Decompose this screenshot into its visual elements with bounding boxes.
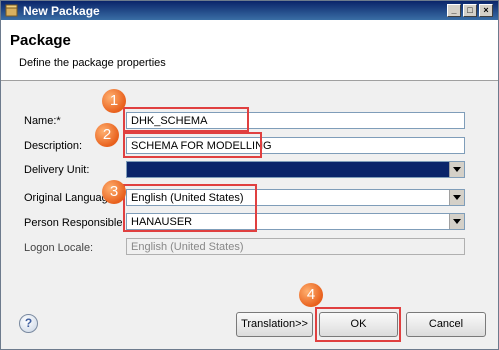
help-icon[interactable]: ?: [19, 314, 38, 333]
page-subtitle: Define the package properties: [19, 57, 166, 69]
cancel-button[interactable]: Cancel: [406, 312, 486, 337]
close-icon: ×: [483, 5, 489, 15]
delivery-unit-label: Delivery Unit:: [24, 164, 90, 176]
person-responsible-label: Person Responsible:: [24, 217, 126, 229]
delivery-unit-select[interactable]: [126, 161, 465, 178]
window-title: New Package: [23, 4, 100, 18]
new-package-dialog: New Package _ □ × Package Define the pac…: [0, 0, 499, 350]
annotation-box-name: [123, 107, 249, 132]
annotation-badge-3: 3: [102, 180, 126, 204]
page-title: Package: [10, 32, 71, 49]
logon-locale-label: Logon Locale:: [24, 242, 94, 254]
chevron-down-icon: [453, 195, 461, 200]
annotation-box-description: [123, 132, 262, 158]
person-responsible-dropdown-button[interactable]: [449, 214, 464, 229]
name-label: Name:*: [24, 115, 61, 127]
minimize-button[interactable]: _: [447, 4, 461, 17]
logon-locale-input: English (United States): [126, 238, 465, 255]
annotation-badge-2: 2: [95, 123, 119, 147]
original-language-dropdown-button[interactable]: [449, 190, 464, 205]
maximize-icon: □: [467, 5, 473, 15]
chevron-down-icon: [453, 167, 461, 172]
annotation-box-language-person: [123, 184, 257, 232]
translation-button[interactable]: Translation>>: [236, 312, 313, 337]
maximize-button[interactable]: □: [463, 4, 477, 17]
title-bar[interactable]: New Package _ □ ×: [1, 1, 498, 20]
description-label: Description:: [24, 140, 83, 152]
close-button[interactable]: ×: [479, 4, 493, 17]
dialog-header: Package Define the package properties: [1, 20, 498, 81]
annotation-badge-4: 4: [299, 283, 323, 307]
delivery-unit-dropdown-button[interactable]: [449, 162, 464, 177]
chevron-down-icon: [453, 219, 461, 224]
annotation-badge-1: 1: [102, 89, 126, 113]
package-icon: [5, 4, 18, 17]
minimize-icon: _: [451, 5, 457, 15]
ok-button[interactable]: OK: [319, 312, 398, 337]
